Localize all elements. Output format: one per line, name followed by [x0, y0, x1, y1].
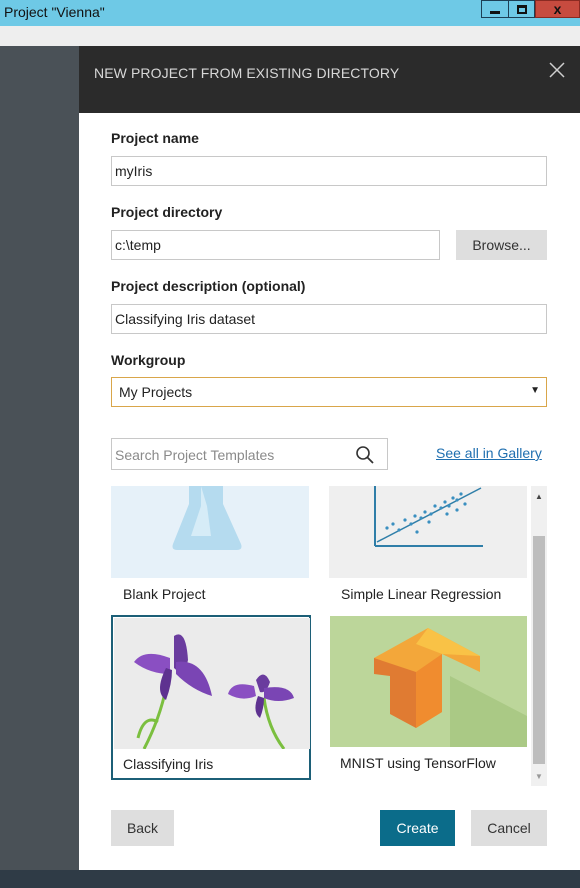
workgroup-select[interactable]: My Projects ▼ [111, 377, 547, 407]
template-tensorflow-thumbnail [330, 616, 527, 747]
template-grid: Blank Project Simple Linear Regression C… [111, 486, 547, 786]
window-titlebar: Project "Vienna" x [0, 0, 580, 26]
template-label: Simple Linear Regression [341, 586, 502, 602]
search-icon[interactable] [355, 445, 375, 465]
template-simple-linear-regression[interactable]: Simple Linear Regression [329, 486, 529, 602]
maximize-icon [516, 4, 527, 14]
see-all-in-gallery-link[interactable]: See all in Gallery [436, 445, 542, 461]
minimize-icon [490, 10, 500, 14]
template-regression-thumbnail [329, 486, 527, 578]
tensorflow-logo-icon [374, 628, 527, 747]
template-label: Classifying Iris [123, 756, 214, 772]
dialog-title: NEW PROJECT FROM EXISTING DIRECTORY [94, 65, 400, 81]
maximize-button[interactable] [508, 0, 535, 18]
template-label: Blank Project [123, 586, 206, 602]
dialog-header: NEW PROJECT FROM EXISTING DIRECTORY [79, 46, 580, 113]
template-iris-thumbnail [114, 618, 310, 749]
back-button[interactable]: Back [111, 810, 174, 846]
dropdown-arrow-icon: ▼ [530, 385, 540, 396]
workgroup-selected-value: My Projects [119, 384, 193, 400]
project-name-input[interactable]: myIris [111, 156, 547, 186]
project-directory-input[interactable]: c:\temp [111, 230, 440, 260]
flask-icon [172, 486, 242, 550]
scroll-down-icon[interactable]: ▼ [535, 772, 543, 781]
template-blank-project-thumbnail [111, 486, 309, 578]
template-search-input[interactable]: Search Project Templates [111, 438, 388, 470]
browse-button[interactable]: Browse... [456, 230, 547, 260]
close-icon: x [553, 1, 562, 17]
cancel-button[interactable]: Cancel [471, 810, 547, 846]
window-close-button[interactable]: x [535, 0, 580, 18]
window-title: Project "Vienna" [4, 4, 105, 20]
template-classifying-iris[interactable]: Classifying Iris [111, 615, 311, 780]
scroll-up-icon[interactable]: ▲ [535, 492, 543, 501]
app-status-bar [0, 870, 580, 888]
project-name-label: Project name [111, 130, 199, 146]
new-project-dialog: NEW PROJECT FROM EXISTING DIRECTORY Proj… [79, 46, 580, 870]
dialog-close-icon[interactable] [548, 61, 566, 79]
minimize-button[interactable] [481, 0, 509, 18]
scrollbar-thumb[interactable] [533, 536, 545, 764]
app-toolbar-strip [0, 26, 580, 46]
project-directory-label: Project directory [111, 204, 223, 220]
template-blank-project[interactable]: Blank Project [111, 486, 311, 602]
create-button[interactable]: Create [380, 810, 455, 846]
iris-flower-icon [134, 634, 294, 749]
workgroup-label: Workgroup [111, 352, 186, 368]
project-description-label: Project description (optional) [111, 278, 306, 294]
template-mnist-tensorflow[interactable]: MNIST using TensorFlow [329, 615, 529, 780]
template-label: MNIST using TensorFlow [340, 755, 496, 771]
app-background-panel [0, 46, 79, 870]
template-search-placeholder: Search Project Templates [115, 447, 275, 463]
project-description-input[interactable]: Classifying Iris dataset [111, 304, 547, 334]
scatter-plot-icon [374, 486, 483, 547]
template-scrollbar[interactable]: ▲ ▼ [531, 486, 547, 786]
